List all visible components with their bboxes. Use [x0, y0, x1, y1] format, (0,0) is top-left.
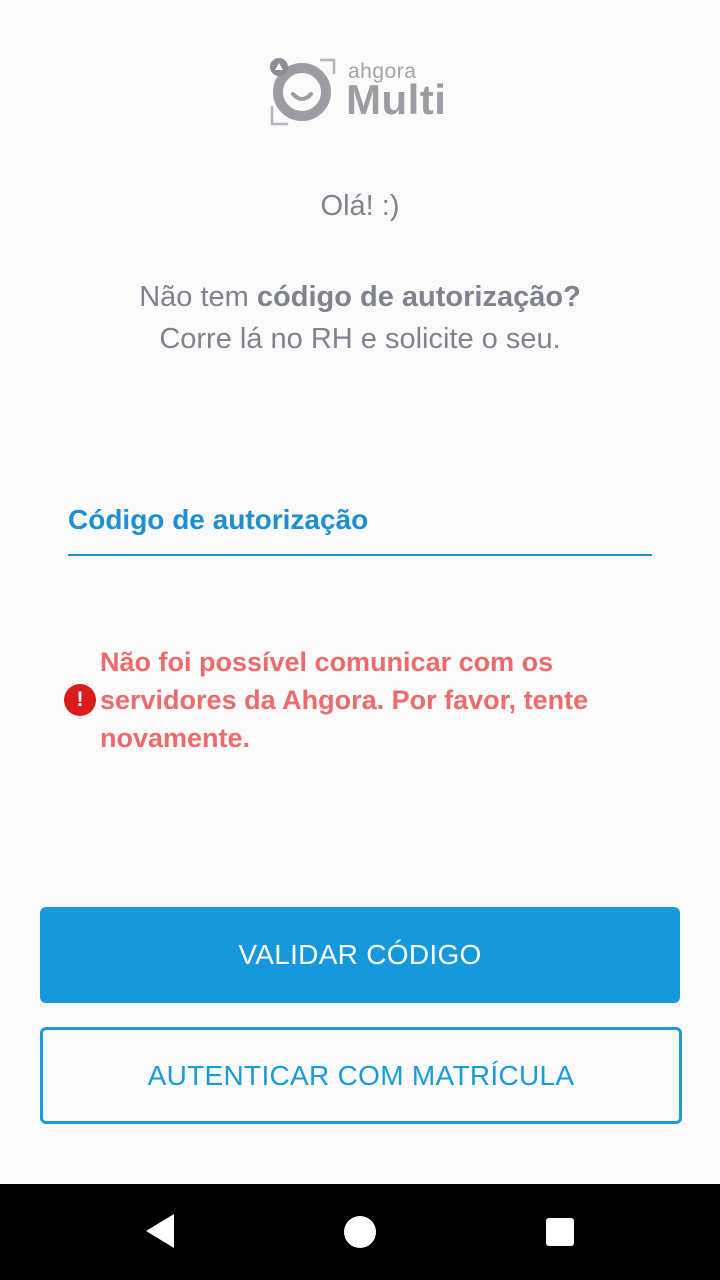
auth-code-field[interactable]: Código de autorização: [68, 504, 656, 556]
error-exclamation-icon: !: [64, 684, 96, 716]
screen: ahgora Multi Olá! :) Não tem código de a…: [0, 0, 720, 1280]
info-line1-bold: código de autorização?: [256, 281, 581, 313]
validate-code-button[interactable]: VALIDAR CÓDIGO: [40, 907, 680, 1003]
greeting-text: Olá! :): [320, 190, 400, 222]
info-line1-prefix: Não tem: [139, 281, 257, 313]
ahgora-smile-logo-icon: [270, 58, 336, 126]
authenticate-matricula-button[interactable]: AUTENTICAR COM MATRÍCULA: [40, 1027, 682, 1124]
logo-brand-big: Multi: [346, 76, 447, 123]
auth-code-input[interactable]: [68, 504, 656, 556]
info-text: Não tem código de autorização? Corre lá …: [0, 276, 720, 360]
error-message: Não foi possível comunicar com os servid…: [100, 647, 589, 753]
system-navigation-bar: [0, 1184, 720, 1280]
info-line2: Corre lá no RH e solicite o seu.: [159, 323, 561, 355]
app-logo: ahgora Multi: [268, 56, 458, 128]
app-content: ahgora Multi Olá! :) Não tem código de a…: [0, 0, 720, 1184]
nav-back-icon[interactable]: [146, 1214, 174, 1248]
nav-home-icon[interactable]: [344, 1216, 376, 1248]
nav-recents-icon[interactable]: [546, 1218, 574, 1246]
